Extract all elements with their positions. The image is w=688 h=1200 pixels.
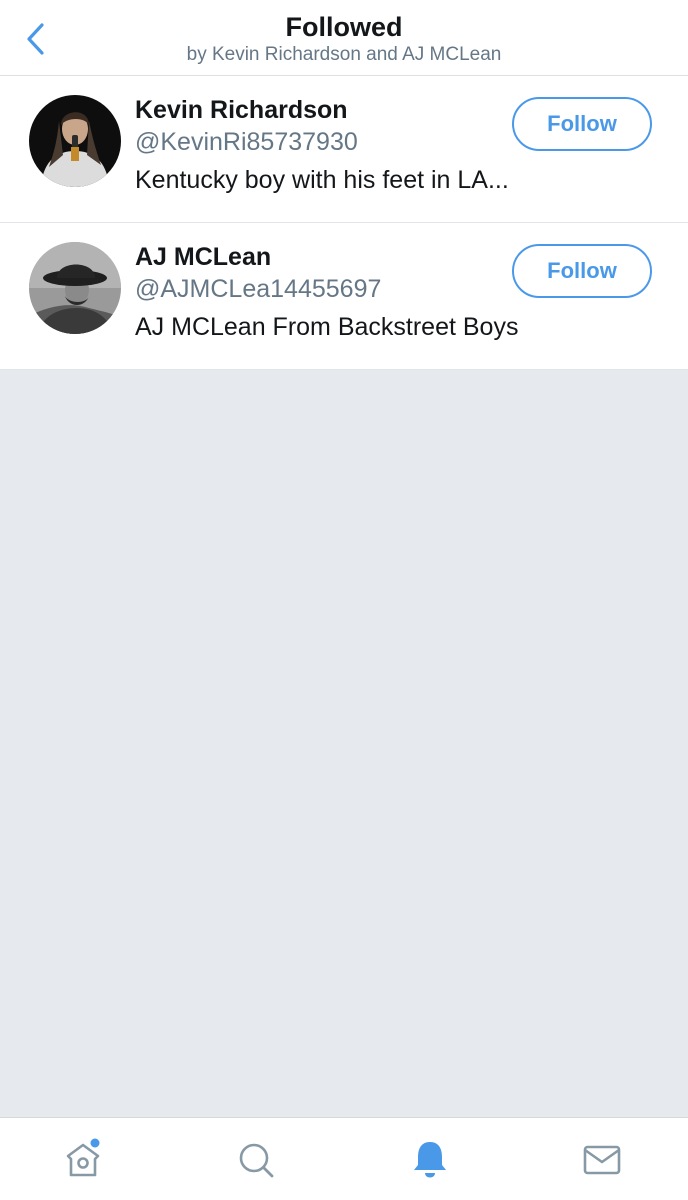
mail-icon [583, 1145, 621, 1175]
user-bio: Kentucky boy with his feet in LA... [135, 166, 509, 194]
tab-search[interactable] [234, 1138, 278, 1182]
bottom-tab-bar [0, 1117, 688, 1200]
search-icon [239, 1143, 274, 1178]
tab-home[interactable] [61, 1138, 105, 1182]
avatar[interactable] [29, 242, 121, 334]
page-subtitle: by Kevin Richardson and AJ MCLean [186, 44, 502, 65]
bell-icon [414, 1142, 446, 1178]
user-row[interactable]: Kevin Richardson @KevinRi85737930 Kentuc… [0, 76, 688, 223]
user-name[interactable]: Kevin Richardson [135, 96, 348, 125]
avatar[interactable] [29, 95, 121, 187]
user-row[interactable]: AJ MCLean @AJMCLea14455697 AJ MCLean Fro… [0, 223, 688, 370]
followed-user-list: Kevin Richardson @KevinRi85737930 Kentuc… [0, 76, 688, 370]
tab-messages[interactable] [580, 1138, 624, 1182]
page-title: Followed [285, 12, 403, 42]
home-icon [66, 1138, 100, 1177]
user-bio: AJ MCLean From Backstreet Boys [135, 313, 519, 341]
user-handle: @AJMCLea14455697 [135, 275, 382, 303]
user-name[interactable]: AJ MCLean [135, 243, 271, 272]
follow-button[interactable]: Follow [512, 244, 652, 298]
follow-button[interactable]: Follow [512, 97, 652, 151]
user-handle: @KevinRi85737930 [135, 128, 358, 156]
tab-notifications[interactable] [408, 1138, 452, 1182]
notification-dot [90, 1138, 100, 1148]
top-nav-bar: Followed by Kevin Richardson and AJ MCLe… [0, 0, 688, 76]
